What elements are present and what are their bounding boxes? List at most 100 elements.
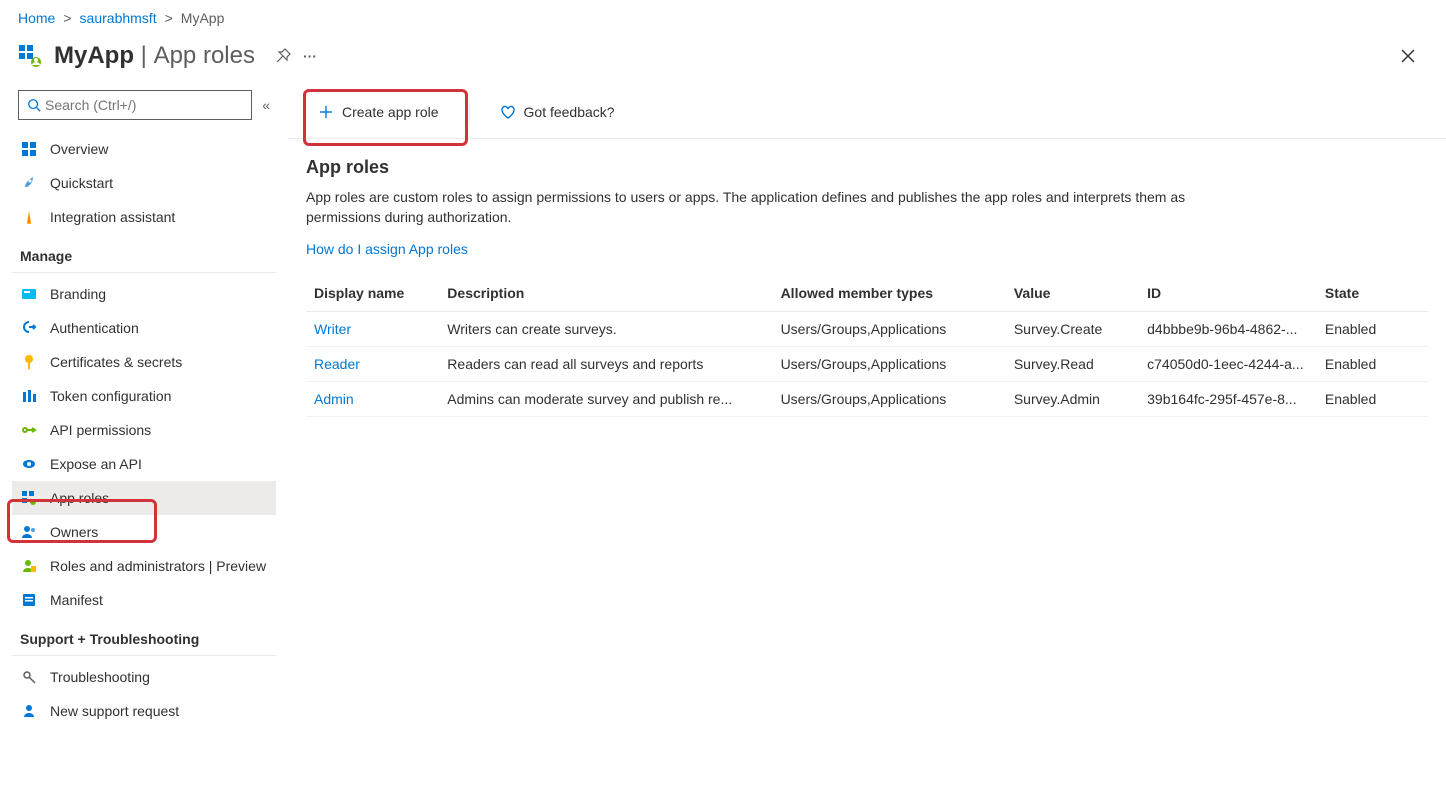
cell-state: Enabled [1317,312,1428,347]
page-subtitle: | [134,42,154,70]
cell-desc: Writers can create surveys. [439,312,772,347]
th-description[interactable]: Description [439,275,772,312]
cell-name[interactable]: Admin [306,382,439,417]
authentication-icon [20,319,38,337]
sidebar: « Overview Quickstart Integration assist… [0,86,288,795]
search-box[interactable] [18,90,252,120]
cell-name[interactable]: Writer [306,312,439,347]
th-value[interactable]: Value [1006,275,1139,312]
th-display-name[interactable]: Display name [306,275,439,312]
sidebar-item-label: Certificates & secrets [50,354,182,370]
api-permissions-icon [20,421,38,439]
sidebar-item-integration[interactable]: Integration assistant [12,200,276,234]
sidebar-item-roles-admins[interactable]: Roles and administrators | Preview [12,549,276,583]
toolbar-divider [469,101,470,123]
token-icon [20,387,38,405]
app-roles-table: Display name Description Allowed member … [306,275,1428,417]
breadcrumb-sep: > [165,10,173,26]
content-description: App roles are custom roles to assign per… [306,188,1186,227]
sidebar-item-label: Troubleshooting [50,669,150,685]
cell-state: Enabled [1317,347,1428,382]
sidebar-item-label: Integration assistant [50,209,175,225]
sidebar-item-app-roles[interactable]: App roles [12,481,276,515]
sidebar-item-label: Owners [50,524,98,540]
overview-icon [20,140,38,158]
cell-desc: Admins can moderate survey and publish r… [439,382,772,417]
th-state[interactable]: State [1317,275,1428,312]
app-icon [18,44,42,68]
feedback-button[interactable]: Got feedback? [488,98,627,126]
cell-name[interactable]: Reader [306,347,439,382]
sidebar-item-troubleshooting[interactable]: Troubleshooting [12,660,276,694]
cell-id: 39b164fc-295f-457e-8... [1139,382,1317,417]
plus-icon [318,104,334,120]
sidebar-item-quickstart[interactable]: Quickstart [12,166,276,200]
sidebar-item-label: Authentication [50,320,139,336]
sidebar-item-label: API permissions [50,422,151,438]
cell-types: Users/Groups,Applications [773,347,1006,382]
sidebar-item-overview[interactable]: Overview [12,132,276,166]
sidebar-section-manage: Manage [12,234,276,273]
sidebar-item-label: Token configuration [50,388,171,404]
cell-types: Users/Groups,Applications [773,382,1006,417]
th-member-types[interactable]: Allowed member types [773,275,1006,312]
sidebar-section-support: Support + Troubleshooting [12,617,276,656]
content-heading: App roles [306,157,1428,178]
page-header: MyApp | App roles ··· [0,36,1446,86]
cell-value: Survey.Create [1006,312,1139,347]
feedback-label: Got feedback? [524,104,615,120]
page-title: MyApp [54,42,134,70]
sidebar-item-owners[interactable]: Owners [12,515,276,549]
close-icon[interactable] [1400,48,1416,64]
expose-api-icon [20,455,38,473]
cell-desc: Readers can read all surveys and reports [439,347,772,382]
help-link[interactable]: How do I assign App roles [306,241,468,257]
table-row[interactable]: ReaderReaders can read all surveys and r… [306,347,1428,382]
heart-icon [500,104,516,120]
sidebar-item-manifest[interactable]: Manifest [12,583,276,617]
integration-icon [20,208,38,226]
certificates-icon [20,353,38,371]
troubleshooting-icon [20,668,38,686]
create-app-role-label: Create app role [342,104,439,120]
owners-icon [20,523,38,541]
sidebar-item-label: App roles [50,490,109,506]
sidebar-item-label: New support request [50,703,179,719]
support-request-icon [20,702,38,720]
breadcrumb-sep: > [63,10,71,26]
sidebar-item-label: Overview [50,141,108,157]
sidebar-item-label: Branding [50,286,106,302]
search-input[interactable] [41,95,243,115]
sidebar-item-label: Manifest [50,592,103,608]
more-icon[interactable]: ··· [303,48,317,64]
table-row[interactable]: WriterWriters can create surveys.Users/G… [306,312,1428,347]
breadcrumb-home[interactable]: Home [18,10,55,26]
sidebar-item-expose-api[interactable]: Expose an API [12,447,276,481]
breadcrumb: Home > saurabhmsft > MyApp [0,0,1446,36]
sidebar-item-label: Quickstart [50,175,113,191]
page-subtitle-text: App roles [154,42,255,70]
sidebar-item-api-permissions[interactable]: API permissions [12,413,276,447]
collapse-sidebar-icon[interactable]: « [262,97,270,113]
sidebar-item-certificates[interactable]: Certificates & secrets [12,345,276,379]
app-roles-icon [20,489,38,507]
th-id[interactable]: ID [1139,275,1317,312]
create-app-role-button[interactable]: Create app role [306,98,451,126]
cell-value: Survey.Read [1006,347,1139,382]
quickstart-icon [20,174,38,192]
cell-state: Enabled [1317,382,1428,417]
cell-id: c74050d0-1eec-4244-a... [1139,347,1317,382]
sidebar-item-label: Roles and administrators | Preview [50,558,266,574]
toolbar: Create app role Got feedback? [288,86,1446,139]
pin-icon[interactable] [275,48,291,64]
sidebar-item-token[interactable]: Token configuration [12,379,276,413]
breadcrumb-user[interactable]: saurabhmsft [80,10,157,26]
table-row[interactable]: AdminAdmins can moderate survey and publ… [306,382,1428,417]
cell-types: Users/Groups,Applications [773,312,1006,347]
sidebar-item-authentication[interactable]: Authentication [12,311,276,345]
sidebar-item-branding[interactable]: Branding [12,277,276,311]
sidebar-item-new-support[interactable]: New support request [12,694,276,728]
roles-admins-icon [20,557,38,575]
main-content: Create app role Got feedback? App roles … [288,86,1446,795]
cell-id: d4bbbe9b-96b4-4862-... [1139,312,1317,347]
